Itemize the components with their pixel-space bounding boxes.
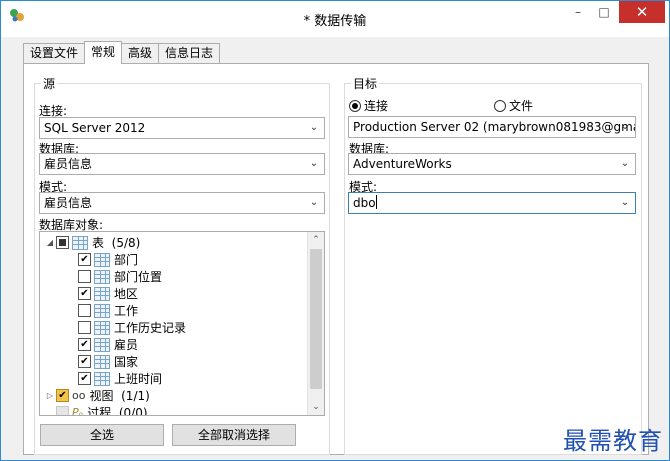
target-schema-select[interactable]: dbo ⌄ [348,192,636,214]
procedure-icon: Pₒ [72,406,84,416]
tables-checkbox[interactable] [56,236,69,249]
chevron-down-icon: ⌄ [309,197,319,208]
select-all-button[interactable]: 全选 [40,424,164,446]
views-label: 视图 [89,389,114,403]
watermark-logo: 最需教育 [563,427,663,455]
table-icon [94,303,110,318]
chevron-down-icon: ⌄ [309,122,319,133]
close-button[interactable]: ✕ [619,1,665,23]
source-connection-select[interactable]: SQL Server 2012 ⌄ [39,117,325,139]
maximize-icon: □ [598,5,610,19]
tree-scrollbar[interactable]: ⌃ ⌄ [307,232,324,415]
table-icon [72,235,88,250]
general-tab-panel: 源 连接: SQL Server 2012 ⌄ 数据库: 雇员信息 ⌄ 模式: … [23,63,649,455]
source-group-title: 源 [41,75,58,92]
item-checkbox[interactable]: ✔ [78,338,91,351]
glasses-icon: oo [72,389,86,402]
target-schema-value: dbo [353,196,376,210]
tree-item[interactable]: 部门位置 [78,268,162,285]
item-checkbox[interactable] [78,304,91,317]
table-icon [94,252,110,267]
table-icon [94,269,110,284]
tree-item[interactable]: ✔ 国家 [78,353,138,370]
radio-connection-label: 连接 [364,99,389,113]
target-database-value: AdventureWorks [353,157,452,171]
item-checkbox[interactable]: ✔ [78,355,91,368]
minimize-button[interactable]: – [565,1,591,23]
tree-item-label: 雇员 [114,338,139,352]
scroll-down-icon[interactable]: ⌄ [308,399,324,415]
item-checkbox[interactable]: ✔ [78,287,91,300]
expand-down-icon[interactable]: ◢ [44,238,56,247]
tree-item-label: 部门 [114,253,139,267]
radio-file-label: 文件 [509,99,534,113]
table-icon [94,337,110,352]
target-database-select[interactable]: AdventureWorks ⌄ [348,153,636,175]
procedures-checkbox[interactable] [56,406,69,415]
target-connection-value: Production Server 02 (marybrown081983@gm… [353,120,636,134]
data-transfer-window: * 数据传输 – □ ✕ 设置文件 常规 高级 信息日志 源 连接: SQL S… [0,0,670,461]
target-radio-connection[interactable]: 连接 [349,97,388,114]
tree-node-procedures[interactable]: Pₒ 过程 (0/0) [44,404,148,416]
tree-item-label: 工作 [114,304,139,318]
radio-selected-icon[interactable] [349,100,361,112]
tables-count: (5/8) [111,235,141,250]
source-connection-value: SQL Server 2012 [44,121,146,135]
chevron-down-icon: ⌄ [620,197,630,208]
views-checkbox[interactable]: ✔ [56,389,69,402]
chevron-down-icon: ⌄ [620,158,630,169]
radio-unselected-icon[interactable] [494,100,506,112]
procedures-count: (0/0) [118,405,148,416]
title-bar: * 数据传输 – □ ✕ [1,1,669,37]
deselect-all-button[interactable]: 全部取消选择 [172,424,296,446]
source-schema-select[interactable]: 雇员信息 ⌄ [39,192,325,214]
text-caret [375,195,377,209]
tree-item[interactable]: ✔ 上班时间 [78,370,162,387]
table-icon [94,354,110,369]
tree-item-label: 地区 [114,287,139,301]
target-connection-select[interactable]: Production Server 02 (marybrown081983@gm… [348,116,636,138]
table-icon [94,320,110,335]
tree-item[interactable]: ✔ 雇员 [78,336,138,353]
tree-node-views[interactable]: ▷ ✔ oo 视图 (1/1) [44,387,150,404]
source-database-value: 雇员信息 [44,157,93,171]
tree-item[interactable]: ✔ 部门 [78,251,138,268]
procedures-label: 过程 [87,406,112,416]
tree-node-tables[interactable]: ◢ 表 (5/8) [44,234,140,251]
tree-item-label: 国家 [114,355,139,369]
tab-general[interactable]: 常规 [84,41,123,64]
database-objects-tree[interactable]: ◢ 表 (5/8) ✔ 部门 部门位置 ✔ 地区 工作 工作历史记录 ✔ 雇员 … [39,231,325,416]
item-checkbox[interactable] [78,270,91,283]
source-database-select[interactable]: 雇员信息 ⌄ [39,153,325,175]
tree-item-label: 上班时间 [114,372,163,386]
tree-item[interactable]: 工作历史记录 [78,319,186,336]
scroll-thumb[interactable] [310,249,322,389]
minimize-icon: – [575,5,581,19]
tab-advanced[interactable]: 高级 [121,43,160,64]
tree-item-label: 工作历史记录 [114,321,187,335]
tables-label: 表 [92,236,105,250]
table-icon [94,371,110,386]
table-icon [94,286,110,301]
tree-item[interactable]: 工作 [78,302,138,319]
chevron-down-icon: ⌄ [620,121,630,132]
tab-profile[interactable]: 设置文件 [23,43,86,64]
views-count: (1/1) [121,388,150,403]
maximize-button[interactable]: □ [591,1,617,23]
target-group-title: 目标 [351,75,380,92]
tab-message-log[interactable]: 信息日志 [158,43,221,64]
source-schema-value: 雇员信息 [44,196,93,210]
tree-item-label: 部门位置 [114,270,163,284]
tree-item[interactable]: ✔ 地区 [78,285,138,302]
tab-strip: 设置文件 常规 高级 信息日志 [23,41,221,64]
close-icon: ✕ [635,3,649,21]
item-checkbox[interactable] [78,321,91,334]
target-group: 目标 [344,75,642,455]
scroll-up-icon[interactable]: ⌃ [308,232,324,248]
target-radio-file[interactable]: 文件 [494,97,533,114]
item-checkbox[interactable]: ✔ [78,253,91,266]
chevron-down-icon: ⌄ [309,158,319,169]
expand-right-icon[interactable]: ▷ [44,391,56,400]
item-checkbox[interactable]: ✔ [78,372,91,385]
